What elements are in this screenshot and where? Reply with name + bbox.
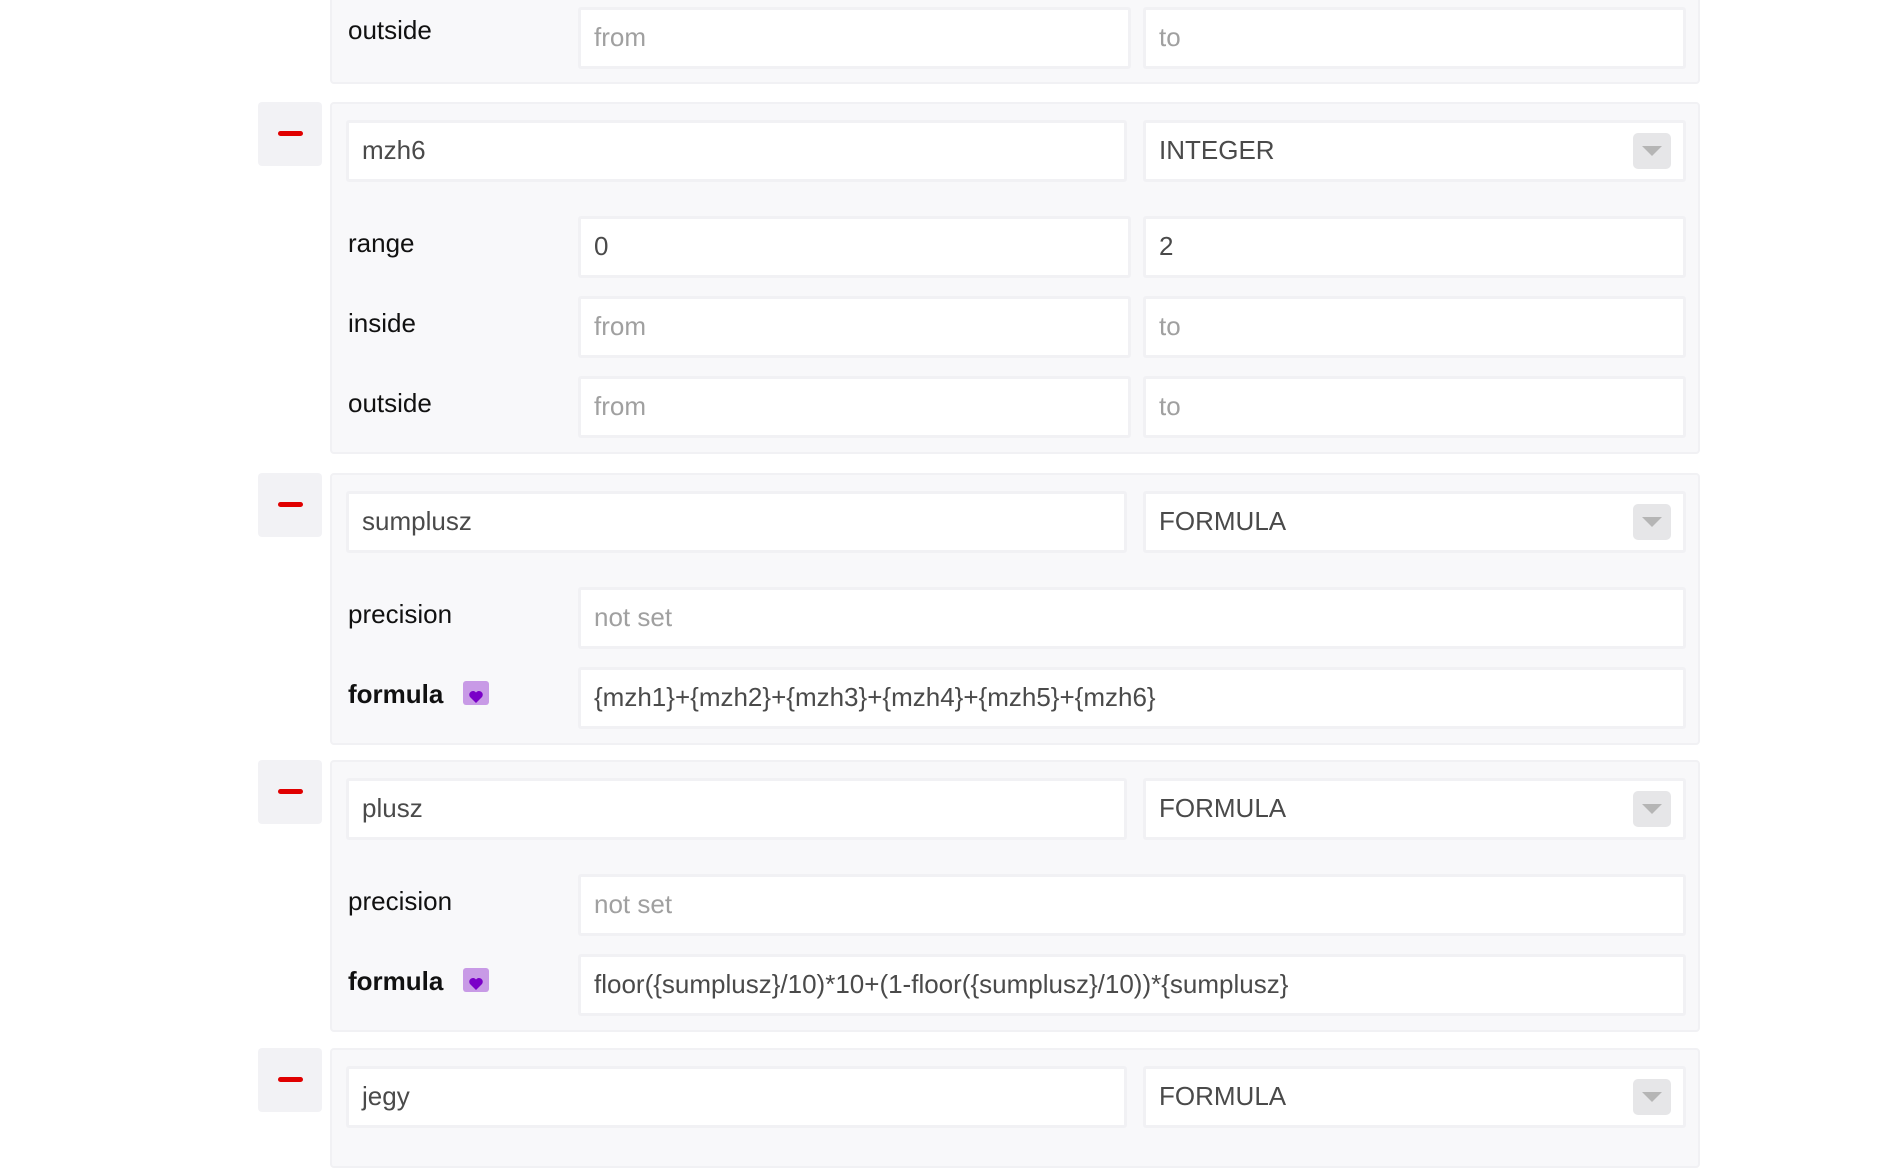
minus-icon (278, 502, 303, 507)
variable-card-mzh6: mzh6 INTEGER range 0 2 inside from to ou… (330, 102, 1700, 454)
minus-icon (278, 1077, 303, 1082)
variable-card-jegy: jegy FORMULA (330, 1048, 1700, 1168)
outside-label: outside (348, 15, 432, 45)
range-to-input[interactable]: 2 (1143, 216, 1686, 278)
variable-type-select[interactable]: FORMULA (1143, 491, 1686, 553)
chevron-down-icon[interactable] (1633, 504, 1671, 540)
outside-to-input[interactable]: to (1143, 376, 1686, 438)
variable-card-partial: outside from to (330, 0, 1700, 84)
formula-label-text: formula (348, 679, 444, 709)
variable-type-select[interactable]: FORMULA (1143, 1066, 1686, 1128)
precision-input[interactable]: not set (578, 874, 1686, 936)
formula-label: formula (348, 966, 489, 997)
variable-card-sumplusz: sumplusz FORMULA precision not set formu… (330, 473, 1700, 745)
remove-variable-button[interactable] (258, 1048, 322, 1112)
variable-name-input[interactable]: jegy (346, 1066, 1127, 1128)
range-label: range (348, 228, 415, 258)
remove-variable-button[interactable] (258, 473, 322, 537)
minus-icon (278, 789, 303, 794)
variable-type-select[interactable]: INTEGER (1143, 120, 1686, 182)
minus-icon (278, 131, 303, 136)
chevron-down-icon[interactable] (1633, 791, 1671, 827)
heart-icon[interactable] (462, 968, 489, 993)
precision-label: precision (348, 599, 453, 629)
variable-type-value: FORMULA (1159, 1081, 1287, 1111)
precision-input[interactable]: not set (578, 587, 1686, 649)
variable-type-value: INTEGER (1159, 135, 1275, 165)
remove-variable-button[interactable] (258, 760, 322, 824)
variable-type-value: FORMULA (1159, 793, 1287, 823)
variable-type-value: FORMULA (1159, 506, 1287, 536)
variable-name-input[interactable]: sumplusz (346, 491, 1127, 553)
chevron-down-icon[interactable] (1633, 1079, 1671, 1115)
inside-to-input[interactable]: to (1143, 296, 1686, 358)
formula-label: formula (348, 679, 489, 710)
remove-variable-button[interactable] (258, 102, 322, 166)
precision-label: precision (348, 886, 453, 916)
formula-input[interactable]: floor({sumplusz}/10)*10+(1-floor({sumplu… (578, 954, 1686, 1016)
variable-type-select[interactable]: FORMULA (1143, 778, 1686, 840)
chevron-down-icon[interactable] (1633, 133, 1671, 169)
formula-input[interactable]: {mzh1}+{mzh2}+{mzh3}+{mzh4}+{mzh5}+{mzh6… (578, 667, 1686, 729)
inside-from-input[interactable]: from (578, 296, 1131, 358)
formula-label-text: formula (348, 966, 444, 996)
variable-name-input[interactable]: plusz (346, 778, 1127, 840)
heart-icon[interactable] (462, 681, 489, 706)
outside-from-input[interactable]: from (578, 376, 1131, 438)
inside-label: inside (348, 308, 416, 338)
variable-card-plusz: plusz FORMULA precision not set formula … (330, 760, 1700, 1032)
outside-from-input[interactable]: from (578, 7, 1131, 69)
outside-label: outside (348, 388, 432, 418)
variable-name-input[interactable]: mzh6 (346, 120, 1127, 182)
range-from-input[interactable]: 0 (578, 216, 1131, 278)
outside-to-input[interactable]: to (1143, 7, 1686, 69)
